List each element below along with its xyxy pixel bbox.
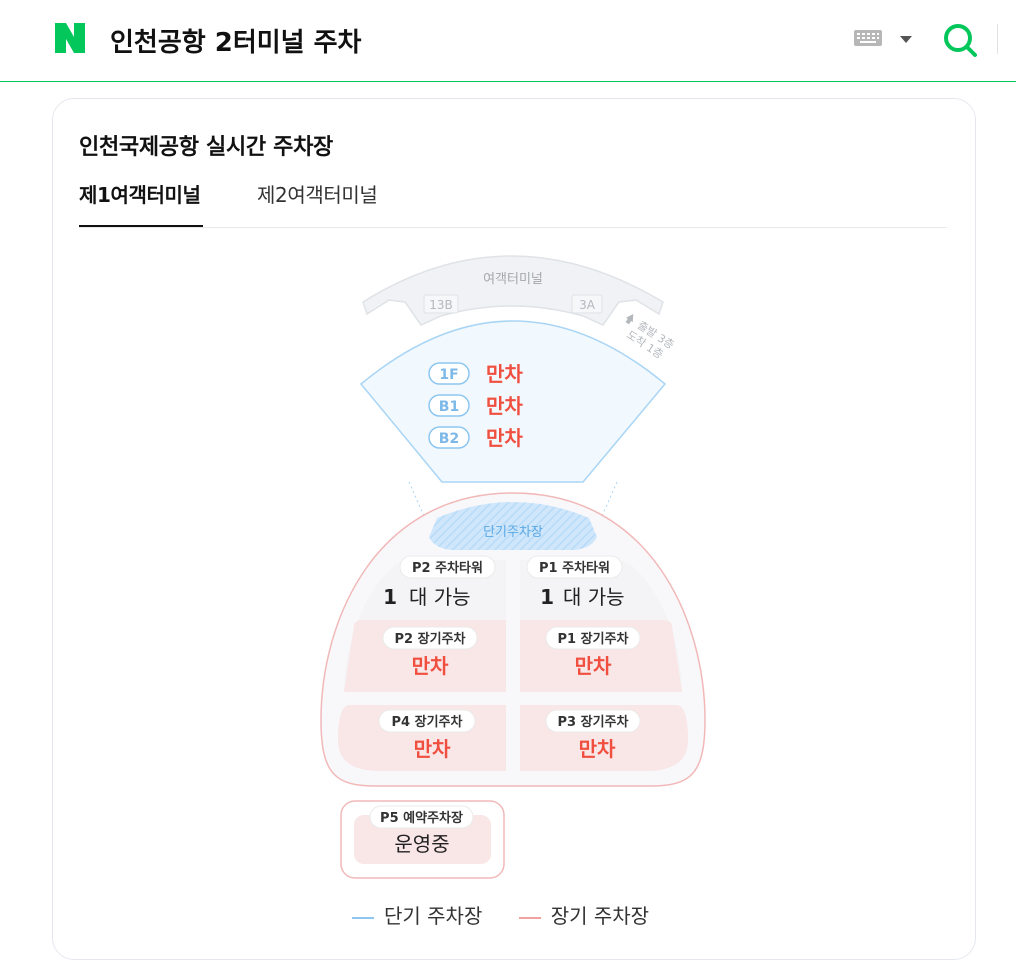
available-unit: 대 가능 [409, 585, 471, 609]
legend-long-term-label: 장기 주차장 [550, 904, 650, 928]
lot-status: 만차 [575, 654, 612, 678]
legend-long-term: 장기 주차장 [518, 900, 650, 929]
gate-3a-label: 3A [579, 298, 596, 312]
lot-name-badge: P3 장기주차 [558, 714, 629, 730]
map-legend: 단기 주차장 장기 주차장 [352, 900, 679, 930]
legend-short-term: 단기 주차장 [352, 900, 482, 929]
legend-short-term-label: 단기 주차장 [384, 904, 483, 928]
short-term-line-icon [352, 916, 374, 919]
parking-map: 여객터미널 13B 3A 출발 3층 도착 1층 1F 만차 B1 만차 B2 … [320, 255, 706, 879]
lot-name-badge: P4 장기주차 [392, 714, 463, 730]
lot-name-badge: P2 장기주차 [395, 631, 466, 647]
available-count: 1 [383, 585, 397, 609]
long-term-line-icon [518, 916, 541, 919]
floor-badge: B1 [439, 399, 459, 415]
p5-reserve-block[interactable]: P5 예약주차장 운영중 [340, 800, 505, 879]
lot-name-badge: P5 예약주차장 [380, 810, 463, 826]
available-count: 1 [540, 585, 554, 609]
gate-13b-label: 13B [429, 298, 453, 312]
floor-badge: B2 [439, 431, 459, 447]
floor-status: 만차 [486, 394, 523, 418]
terminal-building [362, 255, 664, 326]
terminal-label: 여객터미널 [483, 272, 543, 287]
floor-status: 만차 [486, 426, 523, 450]
lot-status: 만차 [412, 654, 449, 678]
lot-status: 운영중 [394, 832, 449, 856]
lot-status: 만차 [414, 737, 451, 761]
lot-name-badge: P2 주차타워 [412, 560, 483, 576]
floor-status: 만차 [486, 362, 523, 386]
up-arrow-icon [625, 314, 634, 325]
floor-badge: 1F [439, 367, 458, 383]
lot-name-badge: P1 주차타워 [539, 560, 610, 576]
lot-status: 만차 [579, 737, 616, 761]
short-term-lot-label: 단기주차장 [483, 525, 543, 540]
lot-name-badge: P1 장기주차 [558, 631, 629, 647]
available-unit: 대 가능 [563, 585, 625, 609]
